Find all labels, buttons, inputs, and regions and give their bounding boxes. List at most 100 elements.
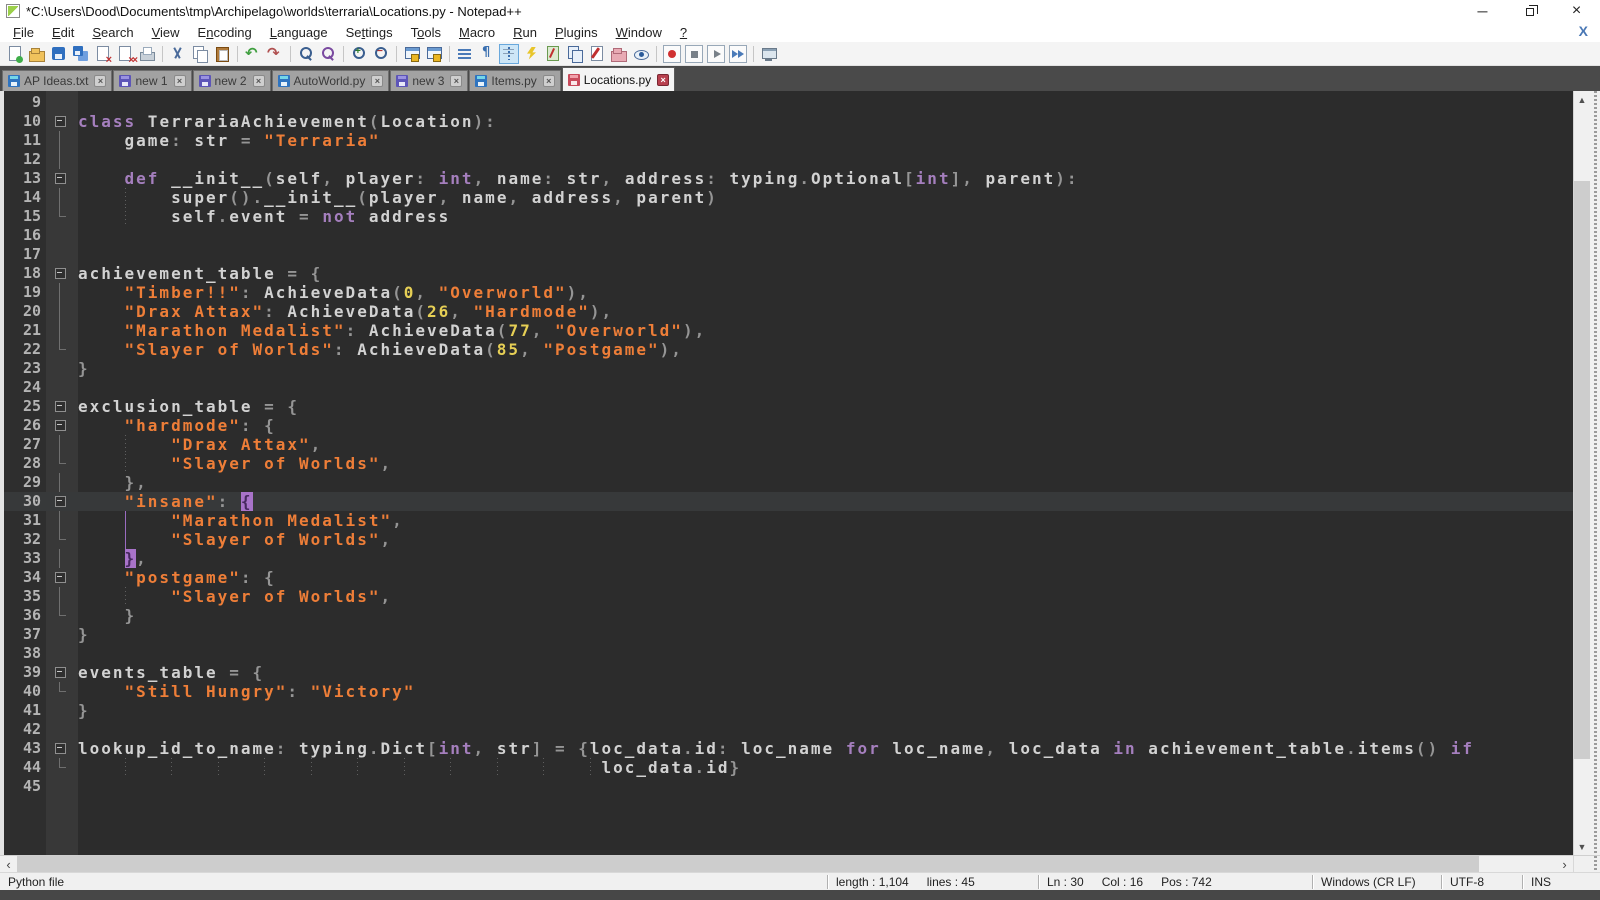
function-list-icon[interactable] bbox=[522, 45, 540, 63]
menu-edit[interactable]: Edit bbox=[43, 23, 83, 42]
tab-close-icon[interactable]: × bbox=[371, 75, 383, 87]
line-number[interactable]: 31 bbox=[4, 511, 46, 530]
code-line-21[interactable]: 21 "Marathon Medalist": AchieveData(77, … bbox=[4, 321, 1573, 340]
code-line-36[interactable]: 36 } bbox=[4, 606, 1573, 625]
open-file-icon[interactable] bbox=[28, 45, 46, 63]
macro-play-icon[interactable] bbox=[707, 45, 725, 63]
code-line-19[interactable]: 19 "Timber!!": AchieveData(0, "Overworld… bbox=[4, 283, 1573, 302]
line-number[interactable]: 25 bbox=[4, 397, 46, 416]
menu-file[interactable]: File bbox=[4, 23, 43, 42]
document-list-icon[interactable] bbox=[566, 45, 584, 63]
document-map-icon[interactable] bbox=[544, 45, 562, 63]
menu-view[interactable]: View bbox=[143, 23, 189, 42]
code-line-45[interactable]: 45 bbox=[4, 777, 1573, 796]
line-number[interactable]: 29 bbox=[4, 473, 46, 492]
status-eol-format[interactable]: Windows (CR LF) bbox=[1313, 873, 1441, 890]
document-switcher-icon[interactable] bbox=[760, 45, 778, 63]
line-number[interactable]: 42 bbox=[4, 720, 46, 739]
code-line-40[interactable]: 40 "Still Hungry": "Victory" bbox=[4, 682, 1573, 701]
fold-marker[interactable] bbox=[46, 397, 78, 416]
line-number[interactable]: 26 bbox=[4, 416, 46, 435]
scroll-right-arrow[interactable]: › bbox=[1556, 856, 1573, 872]
line-number[interactable]: 30 bbox=[4, 492, 46, 511]
save-file-icon[interactable] bbox=[50, 45, 68, 63]
close-button[interactable]: × bbox=[1553, 0, 1600, 22]
code-line-25[interactable]: 25exclusion_table = { bbox=[4, 397, 1573, 416]
tab-autoworld-py[interactable]: AutoWorld.py× bbox=[272, 70, 390, 91]
line-number[interactable]: 36 bbox=[4, 606, 46, 625]
save-all-icon[interactable] bbox=[72, 45, 90, 63]
code-line-37[interactable]: 37} bbox=[4, 625, 1573, 644]
macro-record-icon[interactable] bbox=[663, 45, 681, 63]
tab-close-icon[interactable]: × bbox=[94, 75, 106, 87]
status-encoding[interactable]: UTF-8 bbox=[1442, 873, 1522, 890]
zoom-out-icon[interactable] bbox=[372, 45, 390, 63]
scroll-up-arrow[interactable]: ▲ bbox=[1574, 91, 1590, 108]
tab-close-icon[interactable]: × bbox=[253, 75, 265, 87]
line-number[interactable]: 23 bbox=[4, 359, 46, 378]
line-number[interactable]: 27 bbox=[4, 435, 46, 454]
edit-macro-icon[interactable] bbox=[588, 45, 606, 63]
line-number[interactable]: 40 bbox=[4, 682, 46, 701]
close-document-button[interactable]: X bbox=[1579, 23, 1588, 39]
macro-run-multiple-icon[interactable] bbox=[729, 45, 747, 63]
code-line-20[interactable]: 20 "Drax Attax": AchieveData(26, "Hardmo… bbox=[4, 302, 1573, 321]
line-number[interactable]: 12 bbox=[4, 150, 46, 169]
fold-marker[interactable] bbox=[46, 416, 78, 435]
code-line-30[interactable]: 30 "insane": { bbox=[4, 492, 1573, 511]
tab-close-icon[interactable]: × bbox=[543, 75, 555, 87]
line-number[interactable]: 19 bbox=[4, 283, 46, 302]
fold-marker[interactable] bbox=[46, 663, 78, 682]
code-line-44[interactable]: 44 loc_data.id} bbox=[4, 758, 1573, 777]
code-line-16[interactable]: 16 bbox=[4, 226, 1573, 245]
menu-search[interactable]: Search bbox=[83, 23, 142, 42]
line-number[interactable]: 11 bbox=[4, 131, 46, 150]
tab-new-2[interactable]: new 2× bbox=[193, 70, 271, 91]
menu-language[interactable]: Language bbox=[261, 23, 337, 42]
line-number[interactable]: 39 bbox=[4, 663, 46, 682]
code-line-38[interactable]: 38 bbox=[4, 644, 1573, 663]
fold-marker[interactable] bbox=[46, 169, 78, 188]
code-line-27[interactable]: 27 "Drax Attax", bbox=[4, 435, 1573, 454]
line-number[interactable]: 16 bbox=[4, 226, 46, 245]
cut-icon[interactable] bbox=[169, 45, 187, 63]
close-all-icon[interactable] bbox=[116, 45, 134, 63]
replace-icon[interactable] bbox=[319, 45, 337, 63]
line-number[interactable]: 37 bbox=[4, 625, 46, 644]
code-line-22[interactable]: 22 "Slayer of Worlds": AchieveData(85, "… bbox=[4, 340, 1573, 359]
show-all-characters-icon[interactable] bbox=[478, 45, 496, 63]
line-number[interactable]: 38 bbox=[4, 644, 46, 663]
restore-button[interactable] bbox=[1506, 0, 1553, 22]
fold-marker[interactable] bbox=[46, 492, 78, 511]
line-number[interactable]: 45 bbox=[4, 777, 46, 796]
code-line-39[interactable]: 39events_table = { bbox=[4, 663, 1573, 682]
line-number[interactable]: 14 bbox=[4, 188, 46, 207]
line-number[interactable]: 44 bbox=[4, 758, 46, 777]
fold-marker[interactable] bbox=[46, 264, 78, 283]
code-line-14[interactable]: 14 super().__init__(player, name, addres… bbox=[4, 188, 1573, 207]
code-line-31[interactable]: 31 "Marathon Medalist", bbox=[4, 511, 1573, 530]
line-number[interactable]: 34 bbox=[4, 568, 46, 587]
line-number[interactable]: 17 bbox=[4, 245, 46, 264]
fold-marker[interactable] bbox=[46, 739, 78, 758]
minimize-button[interactable]: ─ bbox=[1459, 0, 1506, 22]
code-line-32[interactable]: 32 "Slayer of Worlds", bbox=[4, 530, 1573, 549]
menu-window[interactable]: Window bbox=[607, 23, 671, 42]
code-line-13[interactable]: 13 def __init__(self, player: int, name:… bbox=[4, 169, 1573, 188]
sync-scroll-horizontal-icon[interactable] bbox=[425, 45, 443, 63]
line-number[interactable]: 15 bbox=[4, 207, 46, 226]
find-icon[interactable] bbox=[297, 45, 315, 63]
menu-settings[interactable]: Settings bbox=[337, 23, 402, 42]
undo-icon[interactable] bbox=[244, 45, 262, 63]
line-number[interactable]: 22 bbox=[4, 340, 46, 359]
line-number[interactable]: 41 bbox=[4, 701, 46, 720]
code-line-9[interactable]: 9 bbox=[4, 93, 1573, 112]
print-icon[interactable] bbox=[138, 45, 156, 63]
menu-[interactable]: ? bbox=[671, 23, 696, 42]
code-line-29[interactable]: 29 }, bbox=[4, 473, 1573, 492]
fold-marker[interactable] bbox=[46, 112, 78, 131]
code-line-10[interactable]: 10class TerrariaAchievement(Location): bbox=[4, 112, 1573, 131]
code-line-34[interactable]: 34 "postgame": { bbox=[4, 568, 1573, 587]
line-number[interactable]: 43 bbox=[4, 739, 46, 758]
tab-ap-ideas-txt[interactable]: AP Ideas.txt× bbox=[2, 70, 112, 91]
